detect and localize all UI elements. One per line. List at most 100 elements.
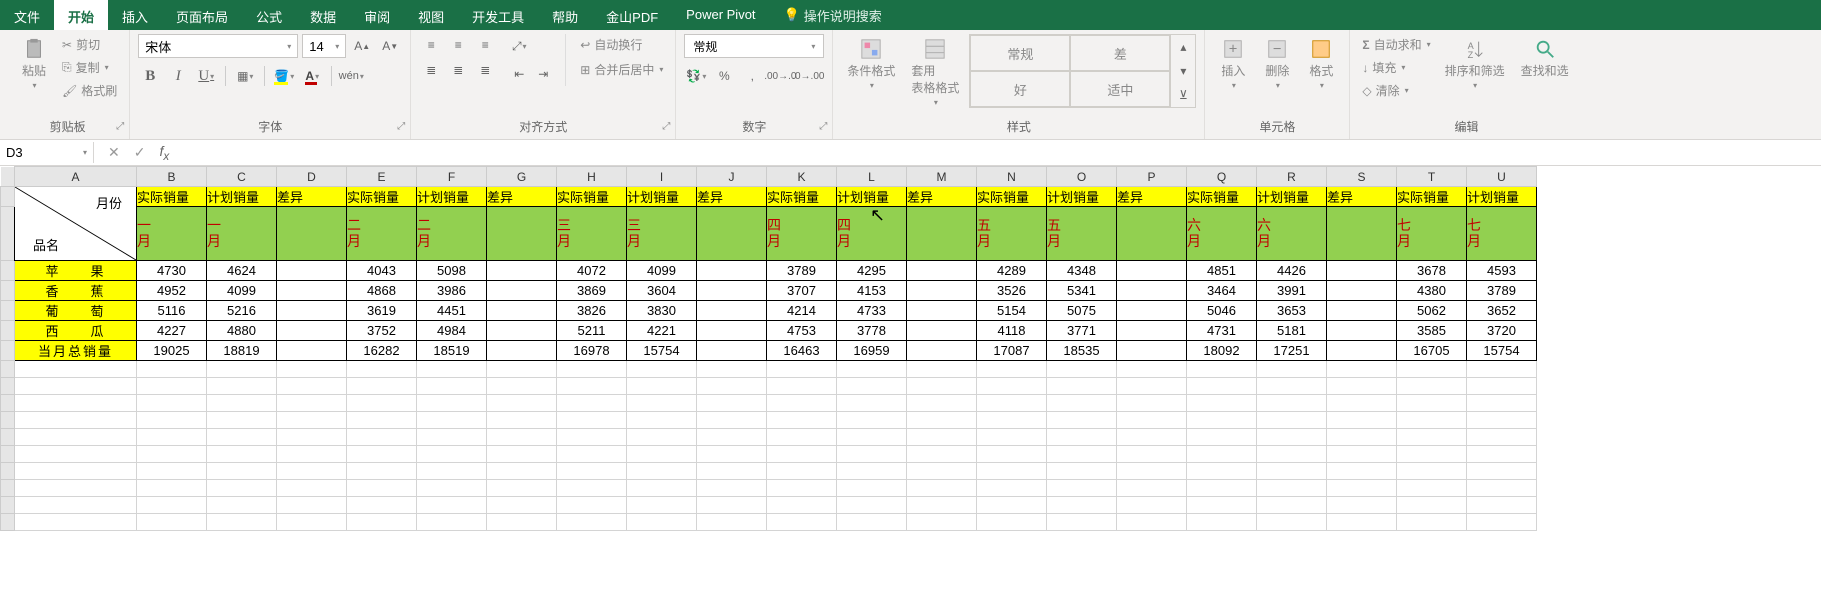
row-header[interactable]: [1, 412, 15, 429]
data-cell[interactable]: [1327, 261, 1397, 281]
empty-cell[interactable]: [1467, 480, 1537, 497]
col-header[interactable]: E: [347, 167, 417, 187]
spreadsheet-grid[interactable]: ABCDEFGHIJKLMNOPQRSTU月份品名实际销量计划销量差异实际销量计…: [0, 166, 1821, 531]
data-cell[interactable]: 16959: [837, 341, 907, 361]
empty-cell[interactable]: [1327, 463, 1397, 480]
empty-cell[interactable]: [417, 446, 487, 463]
row-header[interactable]: [1, 497, 15, 514]
data-cell[interactable]: 4295: [837, 261, 907, 281]
header-cell[interactable]: 差异: [487, 187, 557, 207]
empty-cell[interactable]: [1047, 480, 1117, 497]
col-header[interactable]: Q: [1187, 167, 1257, 187]
paste-button[interactable]: 粘贴 ▾: [14, 34, 54, 94]
empty-cell[interactable]: [1467, 463, 1537, 480]
empty-cell[interactable]: [15, 446, 137, 463]
empty-cell[interactable]: [1327, 412, 1397, 429]
empty-cell[interactable]: [557, 412, 627, 429]
conditional-format-button[interactable]: 条件格式▾: [841, 34, 901, 94]
sort-filter-button[interactable]: AZ 排序和筛选▾: [1439, 34, 1511, 94]
header-cell[interactable]: 差异: [277, 187, 347, 207]
empty-cell[interactable]: [627, 412, 697, 429]
empty-cell[interactable]: [1397, 446, 1467, 463]
data-cell[interactable]: [487, 281, 557, 301]
empty-cell[interactable]: [417, 412, 487, 429]
empty-cell[interactable]: [1467, 395, 1537, 412]
empty-cell[interactable]: [627, 429, 697, 446]
empty-cell[interactable]: [487, 480, 557, 497]
month-cell[interactable]: 三月: [627, 207, 697, 261]
dialog-launcher-icon[interactable]: ⤢: [394, 121, 408, 135]
data-cell[interactable]: 3707: [767, 281, 837, 301]
empty-cell[interactable]: [697, 412, 767, 429]
empty-cell[interactable]: [1187, 412, 1257, 429]
align-center-button[interactable]: ≣: [446, 59, 470, 81]
empty-cell[interactable]: [907, 412, 977, 429]
data-cell[interactable]: [1117, 281, 1187, 301]
row-header[interactable]: [1, 480, 15, 497]
menu-insert[interactable]: 插入: [108, 0, 162, 30]
empty-cell[interactable]: [1467, 497, 1537, 514]
empty-cell[interactable]: [837, 361, 907, 378]
fill-color-button[interactable]: 🪣▾: [272, 64, 296, 88]
align-top-button[interactable]: ≡: [419, 34, 443, 56]
diag-header[interactable]: 月份品名: [15, 187, 137, 261]
empty-cell[interactable]: [1117, 429, 1187, 446]
month-cell[interactable]: [277, 207, 347, 261]
data-cell[interactable]: 3678: [1397, 261, 1467, 281]
data-cell[interactable]: [1327, 341, 1397, 361]
empty-cell[interactable]: [1047, 412, 1117, 429]
empty-cell[interactable]: [557, 463, 627, 480]
menu-review[interactable]: 审阅: [350, 0, 404, 30]
empty-cell[interactable]: [1257, 395, 1327, 412]
empty-cell[interactable]: [1187, 429, 1257, 446]
empty-cell[interactable]: [977, 480, 1047, 497]
delete-cells-button[interactable]: − 删除▾: [1257, 34, 1297, 94]
empty-cell[interactable]: [557, 378, 627, 395]
empty-cell[interactable]: [977, 395, 1047, 412]
data-cell[interactable]: 4880: [207, 321, 277, 341]
empty-cell[interactable]: [627, 378, 697, 395]
menu-view[interactable]: 视图: [404, 0, 458, 30]
month-cell[interactable]: 一月: [137, 207, 207, 261]
empty-cell[interactable]: [907, 497, 977, 514]
data-cell[interactable]: [907, 341, 977, 361]
empty-cell[interactable]: [1047, 514, 1117, 531]
data-cell[interactable]: [1117, 321, 1187, 341]
empty-cell[interactable]: [417, 429, 487, 446]
empty-cell[interactable]: [1257, 412, 1327, 429]
empty-cell[interactable]: [487, 514, 557, 531]
clear-button[interactable]: ◇清除▾: [1358, 80, 1434, 101]
empty-cell[interactable]: [417, 395, 487, 412]
empty-cell[interactable]: [837, 463, 907, 480]
empty-cell[interactable]: [207, 361, 277, 378]
empty-cell[interactable]: [1397, 480, 1467, 497]
empty-cell[interactable]: [347, 463, 417, 480]
empty-cell[interactable]: [137, 497, 207, 514]
header-cell[interactable]: 计划销量: [1467, 187, 1537, 207]
name-box[interactable]: D3▾: [0, 142, 94, 163]
data-cell[interactable]: 5154: [977, 301, 1047, 321]
col-header[interactable]: A: [15, 167, 137, 187]
empty-cell[interactable]: [15, 395, 137, 412]
row-header[interactable]: [1, 261, 15, 281]
empty-cell[interactable]: [15, 361, 137, 378]
empty-cell[interactable]: [487, 378, 557, 395]
align-right-button[interactable]: ≣: [473, 59, 497, 81]
empty-cell[interactable]: [277, 514, 347, 531]
empty-cell[interactable]: [487, 429, 557, 446]
find-select-button[interactable]: 查找和选: [1515, 34, 1575, 83]
empty-cell[interactable]: [1257, 514, 1327, 531]
empty-cell[interactable]: [697, 514, 767, 531]
empty-cell[interactable]: [1117, 395, 1187, 412]
comma-button[interactable]: ,: [740, 64, 764, 88]
tell-me-search[interactable]: 💡 操作说明搜索: [770, 0, 896, 30]
number-format-select[interactable]: 常规▾: [684, 34, 824, 58]
empty-cell[interactable]: [487, 412, 557, 429]
empty-cell[interactable]: [347, 361, 417, 378]
data-cell[interactable]: [277, 301, 347, 321]
empty-cell[interactable]: [697, 429, 767, 446]
empty-cell[interactable]: [137, 480, 207, 497]
empty-cell[interactable]: [487, 395, 557, 412]
style-normal[interactable]: 常规: [970, 35, 1070, 71]
empty-cell[interactable]: [977, 497, 1047, 514]
